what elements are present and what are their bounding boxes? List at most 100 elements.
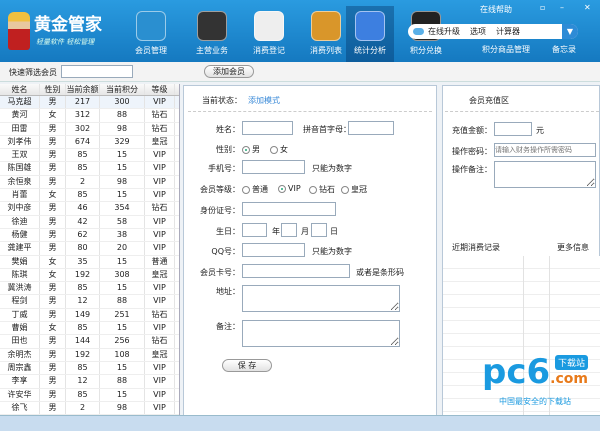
year-label: 年 <box>272 227 280 236</box>
unit-label: 元 <box>536 126 544 135</box>
nav-main-business[interactable]: 主营业务 <box>188 6 236 62</box>
table-cell: 男 <box>40 149 66 162</box>
table-row[interactable]: 陈国雄男 85 15 VIP <box>0 162 179 176</box>
points-goods-link[interactable]: 积分商品管理 <box>482 44 530 55</box>
table-row[interactable]: 许安华男 85 15 VIP <box>0 388 179 402</box>
table-row[interactable]: 黄河女 312 88 钻石 <box>0 109 179 123</box>
table-cell: 38 <box>100 228 145 242</box>
table-row[interactable]: 田雷男 302 98 钻石 <box>0 122 179 136</box>
phone-input[interactable] <box>242 160 305 174</box>
remark-input[interactable] <box>494 161 596 188</box>
save-button[interactable]: 保 存 <box>222 359 272 372</box>
level-crown-radio[interactable]: 皇冠 <box>341 184 367 195</box>
card-input[interactable] <box>242 264 350 278</box>
table-row[interactable]: 龚建平男 80 20 VIP <box>0 242 179 256</box>
table-row[interactable]: 肖蕾女 85 15 VIP <box>0 189 179 203</box>
table-row[interactable]: 杨健男 62 38 VIP <box>0 228 179 243</box>
birth-year-input[interactable] <box>242 223 267 237</box>
chevron-down-icon[interactable]: ▼ <box>562 24 578 39</box>
table-row[interactable]: 周宗鑫男 85 15 VIP <box>0 361 179 376</box>
table-cell: 15 <box>100 361 145 375</box>
table-row[interactable]: 余恒泉男 2 98 VIP <box>0 175 179 190</box>
table-cell: 男 <box>40 215 66 228</box>
col-header[interactable]: 等级 <box>145 84 175 95</box>
more-info-link[interactable]: 更多信息 <box>557 242 589 253</box>
table-row[interactable]: 冀洪涛男 85 15 VIP <box>0 282 179 296</box>
table-cell: 217 <box>66 96 100 109</box>
level-normal-radio[interactable]: 普通 <box>242 184 268 195</box>
table-cell: 男 <box>40 202 66 215</box>
col-header[interactable]: 当前余额 <box>66 84 100 95</box>
table-row[interactable]: 马克超男 217 300 VIP <box>0 96 179 110</box>
nav-statistics[interactable]: 统计分析 <box>346 6 394 62</box>
restore-button[interactable]: ▫ <box>540 3 545 12</box>
gender-female-radio[interactable]: 女 <box>270 144 288 155</box>
amount-label: 充值金额： <box>452 126 492 135</box>
name-input[interactable] <box>242 121 293 135</box>
table-cell: 302 <box>66 122 100 135</box>
nav-label: 积分兑换 <box>410 46 442 55</box>
nav-consumption-entry[interactable]: 消费登记 <box>245 6 293 62</box>
filter-input[interactable] <box>61 65 133 78</box>
table-row[interactable]: 丁威男 149 251 钻石 <box>0 308 179 323</box>
pinyin-input[interactable] <box>348 121 394 135</box>
nav-consumption-list[interactable]: 消费列表 <box>302 6 350 62</box>
table-cell: 女 <box>40 268 66 282</box>
online-upgrade-link[interactable]: 在线升级 <box>428 26 460 37</box>
table-row[interactable]: 刘孝伟男 674 329 皇冠 <box>0 135 179 150</box>
options-link[interactable]: 选项 <box>470 26 486 37</box>
memo-link[interactable]: 备忘录 <box>552 44 576 55</box>
col-header[interactable]: 姓名 <box>0 84 40 95</box>
filter-label: 快速筛选会员 <box>9 68 57 77</box>
table-cell: 88 <box>100 375 145 388</box>
table-row[interactable]: 徐迪男 42 58 VIP <box>0 215 179 229</box>
col-header[interactable]: 当前积分 <box>100 84 145 95</box>
level-diamond-radio[interactable]: 钻石 <box>309 184 335 195</box>
table-cell: 男 <box>40 228 66 242</box>
add-member-button[interactable]: 添加会员 <box>204 65 254 78</box>
table-cell: 男 <box>40 401 66 415</box>
table-cell: VIP <box>145 215 175 228</box>
table-row[interactable]: 李享男 12 88 VIP <box>0 375 179 389</box>
table-cell: VIP <box>145 295 175 308</box>
table-cell: 88 <box>100 295 145 308</box>
table-row[interactable]: 曹娟女 85 15 VIP <box>0 322 179 336</box>
table-row[interactable]: 樊娟女 35 15 普通 <box>0 255 179 269</box>
table-row[interactable]: 王双男 85 15 VIP <box>0 149 179 163</box>
amount-input[interactable] <box>494 122 532 136</box>
main-business-icon <box>197 11 227 41</box>
table-cell: 15 <box>100 149 145 162</box>
nav-label: 消费登记 <box>253 46 285 55</box>
table-cell: 15 <box>100 282 145 295</box>
pinyin-label: 拼音首字母： <box>303 125 351 134</box>
level-vip-radio[interactable]: VIP <box>278 184 301 193</box>
note-input[interactable] <box>242 320 400 347</box>
status-value: 添加模式 <box>248 96 280 105</box>
qq-input[interactable] <box>242 243 305 257</box>
online-help-link[interactable]: 在线帮助 <box>480 4 512 15</box>
table-cell: 周宗鑫 <box>0 361 40 375</box>
id-card-input[interactable] <box>242 202 336 216</box>
id-card-label: 身份证号： <box>200 206 240 215</box>
close-button[interactable]: ✕ <box>584 3 591 12</box>
table-cell: 98 <box>100 122 145 135</box>
table-cell: 12 <box>66 295 100 308</box>
password-input[interactable] <box>494 143 596 157</box>
address-input[interactable] <box>242 285 400 312</box>
nav-member-management[interactable]: 会员管理 <box>127 6 175 62</box>
table-row[interactable]: 徐飞男 2 98 VIP <box>0 401 179 416</box>
col-header[interactable]: 性别 <box>40 84 66 95</box>
calculator-link[interactable]: 计算器 <box>496 26 520 37</box>
gender-male-radio[interactable]: 男 <box>242 144 260 155</box>
birth-day-input[interactable] <box>311 223 327 237</box>
table-row[interactable]: 程剑男 12 88 VIP <box>0 295 179 309</box>
table-cell: 15 <box>100 189 145 202</box>
birth-month-input[interactable] <box>281 223 297 237</box>
minimize-button[interactable]: – <box>560 3 564 12</box>
table-row[interactable]: 田也男 144 256 钻石 <box>0 335 179 349</box>
table-row[interactable]: 陈琪女 192 308 皇冠 <box>0 268 179 283</box>
table-row[interactable]: 余明杰男 192 108 皇冠 <box>0 348 179 362</box>
table-cell: 樊娟 <box>0 255 40 268</box>
table-row[interactable]: 刘中彦男 46 354 钻石 <box>0 202 179 216</box>
table-cell: 皇冠 <box>145 135 175 149</box>
